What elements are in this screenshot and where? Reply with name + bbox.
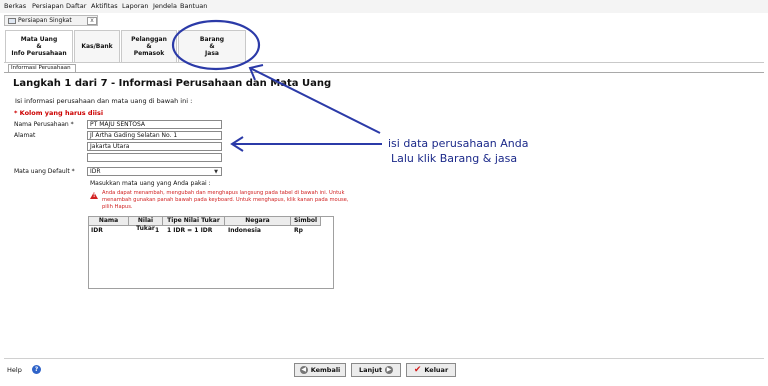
back-label: Kembali [310, 366, 341, 374]
back-button[interactable]: ◀ Kembali [294, 363, 346, 377]
exit-button[interactable]: ✔ Keluar [406, 363, 456, 377]
annotation-line-2: Lalu klik Barang & jasa [391, 152, 518, 165]
arrow-left-icon: ◀ [299, 366, 308, 374]
next-button[interactable]: Lanjut ▶ [351, 363, 401, 377]
annotation-text: isi data perusahaan Anda Lalu klik Baran… [388, 136, 528, 166]
help-icon[interactable]: ? [32, 365, 41, 374]
check-icon: ✔ [413, 365, 422, 375]
annotation-overlay [171, 19, 382, 152]
exit-label: Keluar [424, 366, 449, 374]
highlight-ellipse [171, 19, 261, 71]
arrow-to-barang [249, 67, 381, 134]
next-label: Lanjut [358, 366, 383, 374]
arrow-right-icon: ▶ [385, 366, 394, 374]
help-label[interactable]: Help [7, 366, 22, 374]
footer-divider [4, 358, 764, 359]
annotation-line-1: isi data perusahaan Anda [388, 137, 529, 150]
